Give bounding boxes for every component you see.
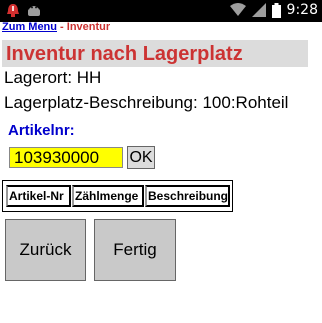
artikelnr-input[interactable]: 103930000 — [9, 147, 123, 168]
notification-icon — [7, 4, 19, 17]
back-button[interactable]: Zurück — [5, 219, 86, 281]
artikelnr-label: Artikelnr: — [8, 122, 75, 139]
signal-icon — [251, 3, 266, 17]
column-header-beschreibung: Beschreibung — [145, 185, 230, 207]
lagerplatz-text: Lagerplatz-Beschreibung: 100:Rohteil — [4, 93, 289, 112]
breadcrumb-current: Inventur — [66, 21, 111, 33]
ok-button[interactable]: OK — [127, 146, 155, 169]
done-button[interactable]: Fertig — [94, 219, 176, 281]
status-time: 9:28 — [286, 2, 318, 18]
column-header-zaehlmenge: Zählmenge — [72, 185, 144, 207]
page-title: Inventur nach Lagerplatz — [6, 43, 243, 65]
lagerort-text: Lagerort: HH — [4, 68, 102, 87]
column-header-artikel-nr: Artikel-Nr — [6, 185, 71, 207]
breadcrumb: Zum Menu - Inventur — [2, 21, 110, 33]
title-bar: Inventur nach Lagerplatz — [2, 40, 308, 67]
menu-link[interactable]: Zum Menu — [2, 21, 57, 33]
breadcrumb-separator: - — [57, 21, 67, 33]
article-table: Artikel-Nr Zählmenge Beschreibung — [2, 180, 233, 212]
wifi-icon — [229, 3, 246, 16]
battery-icon — [271, 2, 281, 18]
android-icon — [28, 5, 40, 16]
status-bar: 9:28 — [0, 0, 322, 22]
